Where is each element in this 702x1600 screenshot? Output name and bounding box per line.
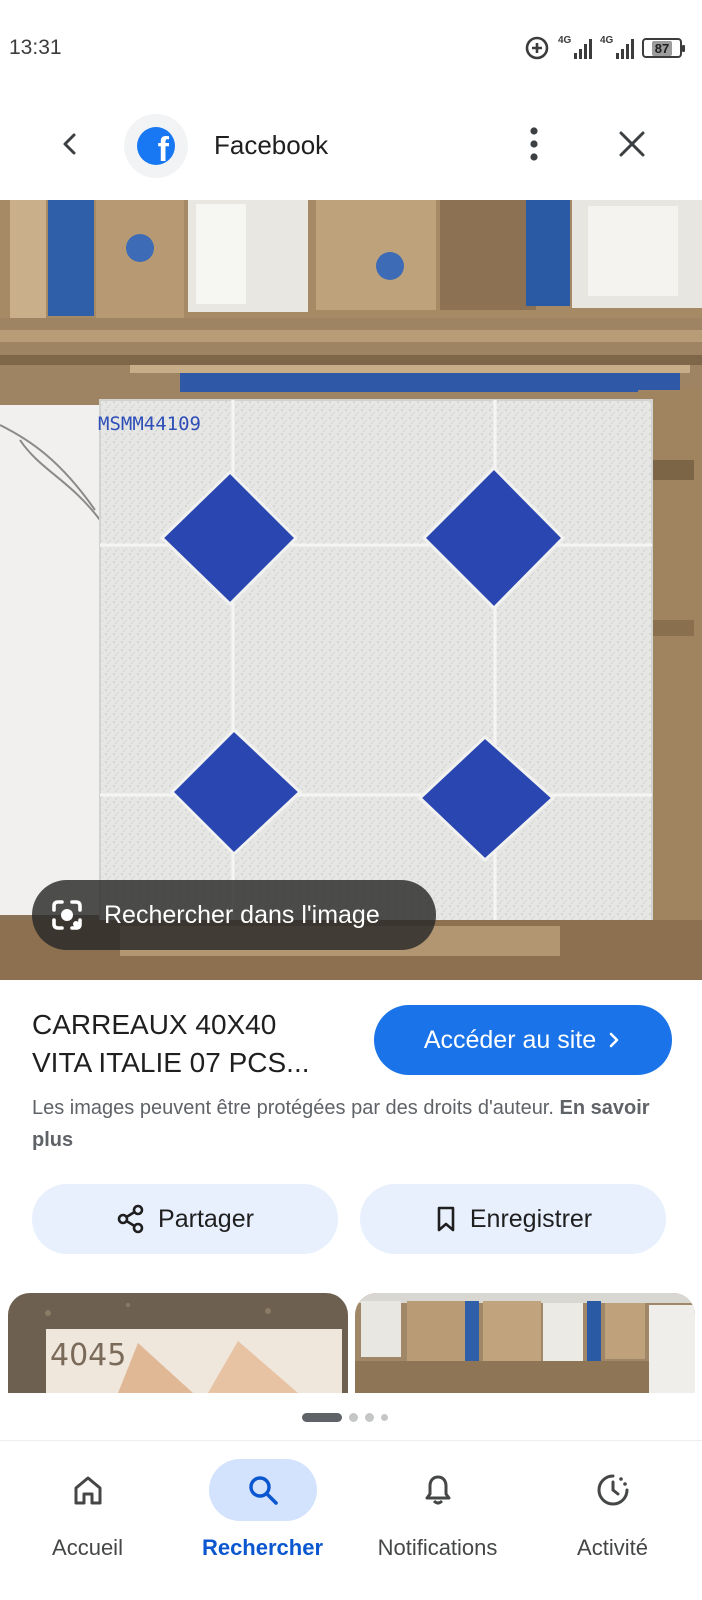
nav-notifications[interactable]: Notifications — [350, 1459, 525, 1579]
copyright-notice: Les images peuvent être protégées par de… — [32, 1092, 682, 1156]
status-bar: 13:31 4G 4G 87 — [0, 0, 702, 96]
thumb-handwritten-text: 4045 — [50, 1338, 126, 1373]
google-lens-icon — [52, 900, 82, 930]
status-time: 13:31 — [9, 36, 62, 59]
related-image-1: 4045 — [8, 1293, 348, 1393]
status-icons: 4G 4G 87 — [524, 34, 685, 62]
sync-icon — [525, 36, 549, 60]
bookmark-icon — [437, 1206, 455, 1232]
visit-site-button[interactable]: Accéder au site — [374, 1005, 672, 1075]
related-thumb-2[interactable] — [355, 1293, 695, 1393]
main-image[interactable]: MSMM44109 Rechercher dans l'image — [0, 200, 702, 980]
nav-search-label: Rechercher — [201, 1535, 324, 1560]
close-button[interactable] — [610, 122, 654, 166]
related-thumb-1[interactable]: 4045 — [8, 1293, 348, 1393]
share-label: Partager — [158, 1204, 254, 1233]
nav-home[interactable]: Accueil — [0, 1459, 175, 1579]
activity-icon — [559, 1459, 667, 1521]
share-button[interactable]: Partager — [32, 1184, 338, 1254]
signal-icon-1: 4G — [558, 35, 592, 59]
battery-level: 87 — [651, 40, 673, 56]
share-icon — [117, 1204, 144, 1234]
back-button[interactable] — [48, 122, 92, 166]
nav-home-label: Accueil — [52, 1535, 123, 1560]
result-title[interactable]: CARREAUX 40X40 VITA ITALIE 07 PCS... — [32, 1006, 352, 1082]
nav-search[interactable]: Rechercher — [175, 1459, 350, 1579]
lens-search-label: Rechercher dans l'image — [104, 900, 380, 929]
source-name[interactable]: Facebook — [214, 130, 328, 161]
carousel-dot-active — [302, 1413, 342, 1422]
close-icon — [619, 131, 645, 157]
tile-photo: MSMM44109 — [0, 200, 702, 980]
more-options-button[interactable] — [512, 122, 556, 166]
related-image-2 — [355, 1293, 695, 1393]
carousel-dot — [381, 1414, 388, 1421]
carousel-dot — [365, 1413, 374, 1422]
nav-activity[interactable]: Activité — [525, 1459, 700, 1579]
nav-notifications-label: Notifications — [377, 1535, 498, 1560]
battery-icon: 87 — [642, 38, 685, 58]
source-avatar[interactable]: f — [124, 114, 188, 178]
lens-search-chip[interactable]: Rechercher dans l'image — [32, 880, 436, 950]
chevron-left-icon — [63, 133, 76, 155]
copyright-text: Les images peuvent être protégées par de… — [32, 1097, 554, 1119]
facebook-logo-icon: f — [137, 127, 175, 165]
more-vertical-icon — [530, 127, 538, 161]
chevron-right-icon — [609, 1032, 619, 1048]
home-icon — [34, 1459, 142, 1521]
signal-icon-2: 4G — [600, 35, 634, 59]
carousel-dot — [349, 1413, 358, 1422]
save-label: Enregistrer — [469, 1204, 593, 1233]
carousel-indicator — [302, 1413, 388, 1422]
visit-site-label: Accéder au site — [423, 1025, 597, 1054]
bell-icon — [384, 1459, 492, 1521]
viewer-header: f Facebook — [0, 100, 702, 196]
save-button[interactable]: Enregistrer — [360, 1184, 666, 1254]
handwritten-code: MSMM44109 — [98, 413, 201, 435]
bottom-navigation: Accueil Rechercher Notifications Activit… — [0, 1440, 702, 1600]
search-icon — [208, 1459, 317, 1521]
nav-activity-label: Activité — [577, 1535, 648, 1560]
